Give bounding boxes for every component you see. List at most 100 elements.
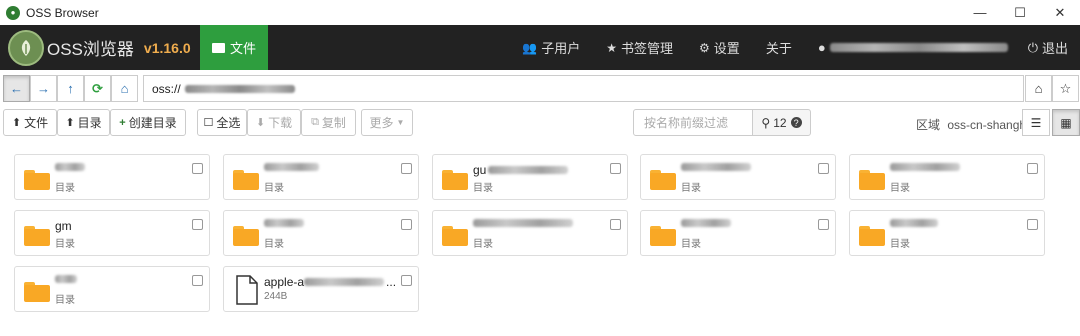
item-checkbox[interactable] <box>192 219 203 230</box>
version-label: v1.16.0 <box>143 39 191 56</box>
grid-item[interactable]: 目录 <box>223 154 419 200</box>
grid-item[interactable]: gm 目录 <box>14 210 210 256</box>
maximize-icon[interactable]: ☐ <box>1000 0 1040 25</box>
select-all-button[interactable]: ☐ 全选 <box>197 109 247 136</box>
nav-about[interactable]: 关于 <box>766 38 792 57</box>
nav-tab-files-label: 文件 <box>229 41 256 56</box>
item-subtitle: 目录 <box>264 183 284 194</box>
item-subtitle: 目录 <box>473 183 493 194</box>
grid-view-button[interactable]: ▦ <box>1052 109 1080 136</box>
nav-bookmarks[interactable]: ★ 书签管理 <box>606 38 673 57</box>
item-checkbox[interactable] <box>401 163 412 174</box>
item-checkbox[interactable] <box>1027 163 1038 174</box>
upload-file-label: 文件 <box>24 116 49 130</box>
item-name <box>681 163 751 171</box>
nav-bookmarks-label: 书签管理 <box>621 41 674 56</box>
home-icon: ⌂ <box>120 81 129 96</box>
item-subtitle: 目录 <box>890 239 910 250</box>
search-icon: ⚲ <box>761 115 771 130</box>
item-name <box>890 163 960 171</box>
user-icon: ● <box>817 40 826 55</box>
create-dir-button[interactable]: + 创建目录 <box>110 109 186 136</box>
folder-icon <box>233 226 259 246</box>
upload-file-button[interactable]: ⬆ 文件 <box>3 109 57 136</box>
grid-item[interactable]: 目录 <box>14 266 210 312</box>
more-dropdown[interactable]: 更多 ▼ <box>361 109 413 136</box>
copy-icon: ⧉ <box>311 116 319 128</box>
item-name: gm <box>55 219 72 233</box>
folder-icon <box>859 226 885 246</box>
grid-item[interactable]: 目录 <box>223 210 419 256</box>
item-checkbox[interactable] <box>818 163 829 174</box>
nav-logout[interactable]: ⏻ 退出 <box>1028 38 1068 57</box>
grid-item[interactable]: 目录 <box>432 210 628 256</box>
folder-icon <box>859 170 885 190</box>
grid-item[interactable]: 目录 <box>849 154 1045 200</box>
refresh-button[interactable]: ⟳ <box>84 75 111 102</box>
grid-item[interactable]: 目录 <box>640 210 836 256</box>
address-value: oss:// <box>152 81 181 96</box>
search-button[interactable]: ⚲ 12 ? <box>752 109 811 136</box>
forward-button[interactable]: → <box>30 75 57 102</box>
upload-icon: ⬆ <box>11 117 22 129</box>
user-email-redacted <box>829 43 1008 52</box>
download-button[interactable]: ⬇ 下载 <box>247 109 301 136</box>
item-name <box>681 219 731 227</box>
item-checkbox[interactable] <box>610 163 621 174</box>
grid-item[interactable]: 目录 <box>14 154 210 200</box>
download-label: 下载 <box>268 116 293 130</box>
star-outline-icon: ☆ <box>1059 80 1072 96</box>
up-button[interactable]: ↑ <box>57 75 84 102</box>
address-bar: ← → ↑ ⟳ ⌂ oss:// ⌂ ☆ <box>0 73 1080 103</box>
item-checkbox[interactable] <box>1027 219 1038 230</box>
address-input[interactable]: oss:// <box>143 75 1024 102</box>
close-icon[interactable]: ✕ <box>1040 0 1080 25</box>
folder-icon <box>650 170 676 190</box>
home-bookmark-button[interactable]: ⌂ <box>1025 75 1052 102</box>
item-checkbox[interactable] <box>192 275 203 286</box>
grid-item[interactable]: 目录 <box>849 210 1045 256</box>
folder-icon <box>24 282 50 302</box>
item-subtitle: 目录 <box>473 239 493 250</box>
list-view-button[interactable]: ☰ <box>1022 109 1050 136</box>
bookmark-button[interactable]: ☆ <box>1052 75 1079 102</box>
item-checkbox[interactable] <box>818 219 829 230</box>
item-checkbox[interactable] <box>610 219 621 230</box>
copy-button[interactable]: ⧉ 复制 <box>301 109 356 136</box>
nav-subusers[interactable]: 👥 子用户 <box>522 38 580 57</box>
window-title: OSS Browser <box>26 5 99 20</box>
nav-settings[interactable]: ⚙ 设置 <box>699 38 740 57</box>
item-name <box>55 163 85 171</box>
window-controls: — ☐ ✕ <box>960 0 1080 25</box>
app-icon: ● <box>6 5 20 20</box>
item-checkbox[interactable] <box>401 275 412 286</box>
item-subtitle: 244B <box>264 291 288 302</box>
filter-input[interactable]: 按名称前缀过滤 <box>633 109 753 136</box>
back-button[interactable]: ← <box>3 75 30 102</box>
folder-icon <box>233 170 259 190</box>
help-icon: ? <box>790 117 802 128</box>
address-path-redacted <box>184 84 295 93</box>
upload-dir-button[interactable]: ⬆ 目录 <box>57 109 110 136</box>
nav-subusers-label: 子用户 <box>541 41 581 56</box>
item-subtitle: 目录 <box>264 239 284 250</box>
minimize-icon[interactable]: — <box>960 0 1000 25</box>
grid-item[interactable]: 目录 <box>640 154 836 200</box>
grid-item[interactable]: apple-a... 244B <box>223 266 419 312</box>
top-navbar: OSS浏览器 v1.16.0 文件 👥 子用户 ★ 书签管理 ⚙ 设置 关于 ●… <box>0 25 1080 70</box>
item-name <box>264 163 319 171</box>
item-subtitle: 目录 <box>681 183 701 194</box>
grid-item[interactable]: gu 目录 <box>432 154 628 200</box>
nav-tab-files[interactable]: 文件 <box>200 25 268 70</box>
arrow-up-icon: ↑ <box>67 81 74 96</box>
home-button[interactable]: ⌂ <box>111 75 138 102</box>
item-checkbox[interactable] <box>401 219 412 230</box>
item-name: apple-a... <box>264 275 397 289</box>
nav-about-label: 关于 <box>765 41 792 56</box>
gear-icon: ⚙ <box>699 40 710 55</box>
item-checkbox[interactable] <box>192 163 203 174</box>
result-count: 12 <box>773 115 787 130</box>
user-account-menu[interactable]: ● <box>818 40 1008 55</box>
file-toolbar: ⬆ 文件 ⬆ 目录 + 创建目录 ☐ 全选 ⬇ 下载 ⧉ 复制 更多 ▼ 按名称… <box>0 108 1080 138</box>
nav-right-menu: 👥 子用户 ★ 书签管理 ⚙ 设置 关于 ● ⏻ 退出 <box>522 25 1080 70</box>
